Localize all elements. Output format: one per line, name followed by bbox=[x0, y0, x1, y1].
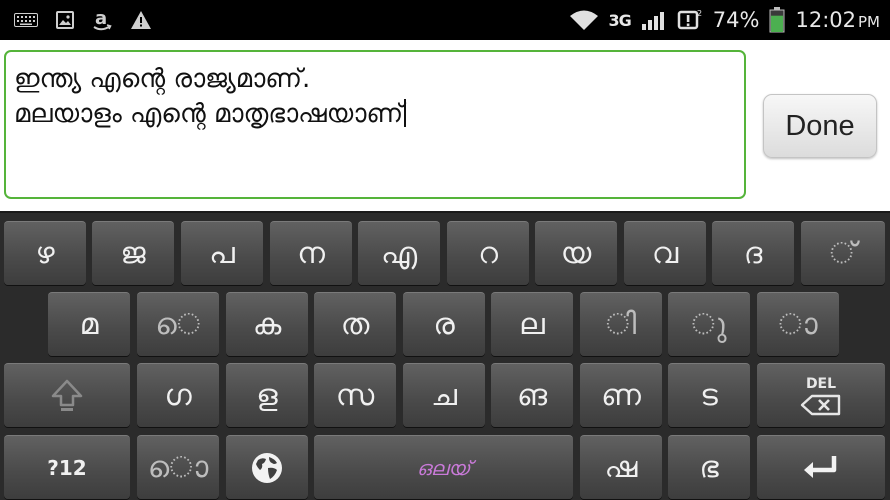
clock-ampm: PM bbox=[858, 13, 880, 31]
key-label: ണ bbox=[601, 377, 641, 413]
key-label: ◌ാ bbox=[778, 306, 818, 342]
key-label: എ bbox=[380, 235, 418, 271]
text-line-1: ഇന്ത്യ എന്റെ രാജ്യമാണ്. bbox=[14, 64, 311, 94]
status-bar: a 3G 2 74% 12:02 PM bbox=[0, 0, 890, 40]
key-ga[interactable]: ഗ bbox=[137, 363, 219, 427]
key-label: ◌് bbox=[829, 235, 857, 271]
key-label: ◌ൊ bbox=[147, 449, 209, 485]
clock-time: 12:02 bbox=[795, 8, 856, 32]
signal-icon bbox=[641, 9, 667, 31]
delete-key[interactable]: DEL bbox=[757, 363, 885, 427]
enter-icon bbox=[801, 453, 841, 483]
key-virama[interactable]: ◌് bbox=[801, 221, 885, 285]
key-va[interactable]: വ bbox=[624, 221, 706, 285]
key-la[interactable]: ല bbox=[491, 292, 573, 356]
language-switch-key[interactable] bbox=[226, 435, 308, 499]
key-label: ര bbox=[433, 306, 455, 342]
key-vowel-sign-o[interactable]: ◌ൊ bbox=[137, 435, 219, 499]
key-label: ന bbox=[297, 235, 325, 271]
key-na[interactable]: ന bbox=[270, 221, 352, 285]
key-label: ഗ bbox=[164, 377, 192, 413]
shift-key[interactable] bbox=[4, 363, 130, 427]
globe-icon bbox=[250, 451, 284, 485]
image-icon bbox=[56, 11, 74, 29]
key-vowel-sign-aa[interactable]: ◌ാ bbox=[757, 292, 839, 356]
key-vowel-sign-u[interactable]: ◌ു bbox=[668, 292, 750, 356]
shift-arrow-icon bbox=[50, 378, 84, 414]
key-label: റ bbox=[478, 235, 498, 271]
svg-text:a: a bbox=[95, 8, 107, 29]
key-label: ട bbox=[700, 377, 718, 413]
battery-icon bbox=[769, 7, 785, 33]
key-label: ◌ി bbox=[605, 306, 637, 342]
key-nga[interactable]: ങ bbox=[491, 363, 573, 427]
delete-key-content: DEL bbox=[800, 376, 842, 416]
text-line-2-content: മലയാളം എന്റെ മാതൃഭാഷയാണ് bbox=[14, 99, 404, 129]
key-ya[interactable]: യ bbox=[535, 221, 617, 285]
key-label: യ bbox=[560, 235, 592, 271]
key-da[interactable]: ദ bbox=[712, 221, 794, 285]
key-ja[interactable]: ജ bbox=[92, 221, 174, 285]
key-lla[interactable]: ള bbox=[226, 363, 308, 427]
key-label: ?12 bbox=[47, 455, 87, 480]
key-ssa[interactable]: ഷ bbox=[580, 435, 662, 499]
space-bar[interactable]: ഒലയ് bbox=[314, 435, 573, 499]
status-bar-left: a bbox=[14, 0, 152, 40]
key-label: ക bbox=[252, 306, 282, 342]
wifi-icon bbox=[569, 9, 599, 31]
key-bha[interactable]: ഭ bbox=[668, 435, 750, 499]
backspace-icon bbox=[800, 394, 842, 416]
key-label: സ bbox=[335, 377, 375, 413]
editor-area: ഇന്ത്യ എന്റെ രാജ്യമാണ്. മലയാളം എന്റെ മാത… bbox=[0, 40, 890, 211]
enter-key[interactable] bbox=[757, 435, 885, 499]
key-label: ഴ bbox=[35, 235, 55, 271]
key-label: പ bbox=[209, 235, 235, 271]
key-label: ജ bbox=[120, 235, 146, 271]
warning-icon bbox=[130, 10, 152, 30]
key-label: ഭ bbox=[699, 449, 719, 485]
key-ta[interactable]: ത bbox=[314, 292, 396, 356]
battery-percent: 74% bbox=[712, 8, 760, 32]
notification-icon: 2 bbox=[677, 8, 703, 32]
text-line-2: മലയാളം എന്റെ മാതൃഭാഷയാണ് bbox=[14, 97, 736, 132]
key-pa[interactable]: പ bbox=[181, 221, 263, 285]
key-ra[interactable]: ര bbox=[403, 292, 485, 356]
key-label: ല bbox=[519, 306, 545, 342]
key-label: ത bbox=[340, 306, 370, 342]
key-label: ◌ു bbox=[691, 306, 727, 342]
key-label: ങ bbox=[516, 377, 548, 413]
key-label: ച bbox=[431, 377, 457, 413]
key-label: ള bbox=[256, 377, 278, 413]
clock: 12:02 PM bbox=[795, 8, 880, 32]
amazon-icon: a bbox=[92, 8, 112, 32]
svg-text:2: 2 bbox=[697, 9, 702, 18]
key-rra[interactable]: റ bbox=[447, 221, 529, 285]
delete-label: DEL bbox=[805, 375, 837, 392]
key-e[interactable]: എ bbox=[358, 221, 440, 285]
key-zha[interactable]: ഴ bbox=[4, 221, 86, 285]
keyboard-logo: ഒലയ് bbox=[416, 455, 471, 480]
symbols-key[interactable]: ?12 bbox=[4, 435, 130, 499]
key-label: വ bbox=[651, 235, 679, 271]
key-ma[interactable]: മ bbox=[48, 292, 130, 356]
text-input-field[interactable]: ഇന്ത്യ എന്റെ രാജ്യമാണ്. മലയാളം എന്റെ മാത… bbox=[4, 50, 746, 199]
text-cursor bbox=[404, 99, 407, 127]
key-tta[interactable]: ട bbox=[668, 363, 750, 427]
keyboard-icon bbox=[14, 13, 38, 27]
network-type-label: 3G bbox=[608, 10, 632, 30]
done-button[interactable]: Done bbox=[763, 94, 877, 158]
key-ka[interactable]: ക bbox=[226, 292, 308, 356]
key-vowel-sign-e[interactable]: ◌െ bbox=[137, 292, 219, 356]
key-vowel-sign-i[interactable]: ◌ി bbox=[580, 292, 662, 356]
status-bar-right: 3G 2 74% 12:02 PM bbox=[569, 0, 880, 40]
key-ca[interactable]: ച bbox=[403, 363, 485, 427]
key-label: ഷ bbox=[604, 449, 638, 485]
key-label: ◌െ bbox=[155, 306, 201, 342]
key-sa[interactable]: സ bbox=[314, 363, 396, 427]
key-label: മ bbox=[79, 306, 99, 342]
key-nna[interactable]: ണ bbox=[580, 363, 662, 427]
malayalam-keyboard: ഴ ജ പ ന എ റ യ വ ദ ◌് മ ◌െ ക ത ര ല ◌ി ◌ു … bbox=[0, 211, 890, 500]
key-label: ദ bbox=[743, 235, 763, 271]
